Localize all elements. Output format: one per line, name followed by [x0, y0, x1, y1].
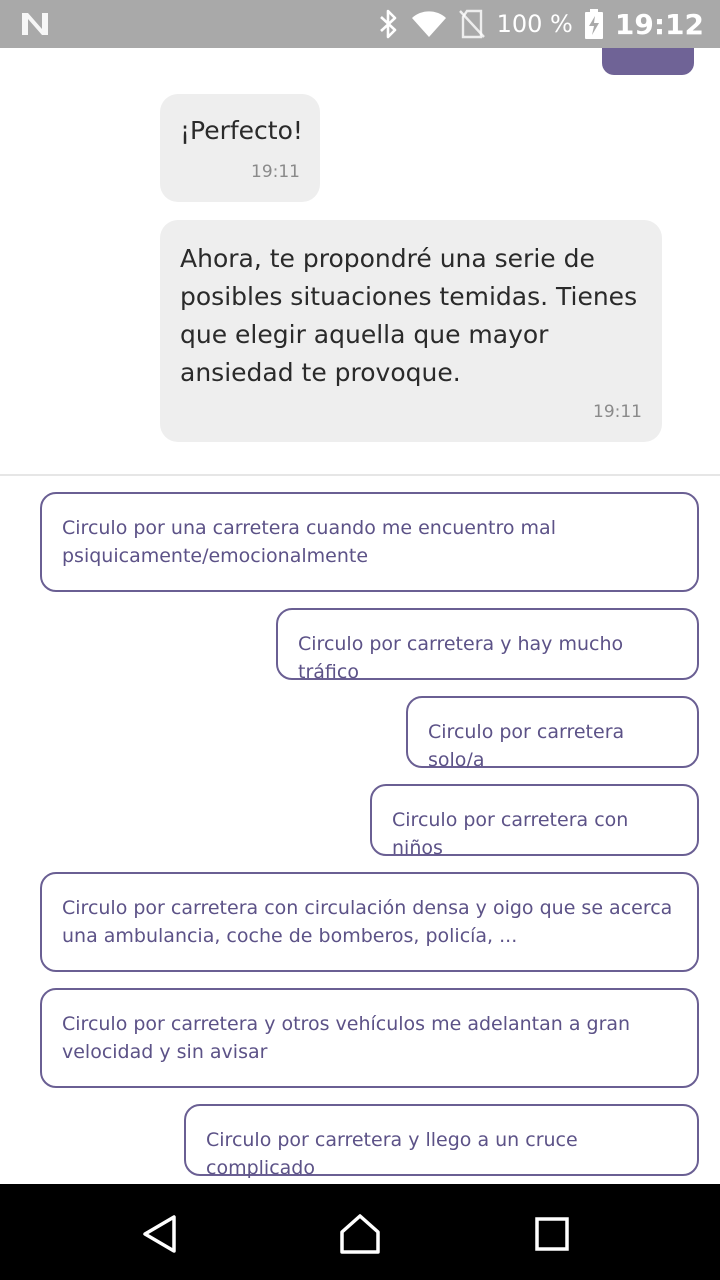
status-left: [20, 11, 50, 37]
no-sim-icon: [458, 9, 485, 39]
recents-icon[interactable]: [532, 1214, 572, 1254]
bluetooth-icon: [377, 9, 399, 39]
message-time: 19:11: [593, 402, 642, 422]
option-button[interactable]: Circulo por carretera y hay mucho tráfic…: [276, 608, 699, 683]
home-icon[interactable]: [340, 1214, 380, 1254]
option-button[interactable]: Circulo por carretera solo/a: [406, 696, 699, 771]
status-bar: 100 % 19:12: [0, 0, 720, 48]
message-text: Ahora, te propondré una serie de posible…: [180, 244, 638, 387]
option-button[interactable]: Circulo por una carretera cuando me encu…: [40, 492, 699, 592]
option-button[interactable]: Circulo por carretera y llego a un cruce…: [184, 1104, 699, 1179]
battery-percent: 100 %: [496, 10, 573, 38]
message-time: 19:11: [251, 162, 300, 182]
battery-charging-icon: [584, 9, 603, 39]
option-button[interactable]: Circulo por carretera con circulación de…: [40, 872, 699, 972]
status-right: 100 % 19:12: [377, 8, 704, 41]
back-icon[interactable]: [140, 1214, 180, 1254]
status-time: 19:12: [614, 7, 704, 41]
navigation-bar: [0, 1184, 720, 1280]
option-button[interactable]: Circulo por carretera con niños: [370, 784, 699, 859]
bot-message: Ahora, te propondré una serie de posible…: [160, 220, 662, 442]
message-text: ¡Perfecto!: [180, 116, 303, 145]
notification-n-icon: [20, 11, 50, 37]
bot-message: ¡Perfecto! 19:11: [160, 94, 320, 202]
answer-options: Circulo por una carretera cuando me encu…: [0, 476, 720, 1184]
previous-user-message: [602, 48, 694, 75]
chat-area[interactable]: ¡Perfecto! 19:11 Ahora, te propondré una…: [0, 48, 720, 474]
option-button[interactable]: Circulo por carretera y otros vehículos …: [40, 988, 699, 1088]
wifi-icon: [411, 10, 447, 38]
